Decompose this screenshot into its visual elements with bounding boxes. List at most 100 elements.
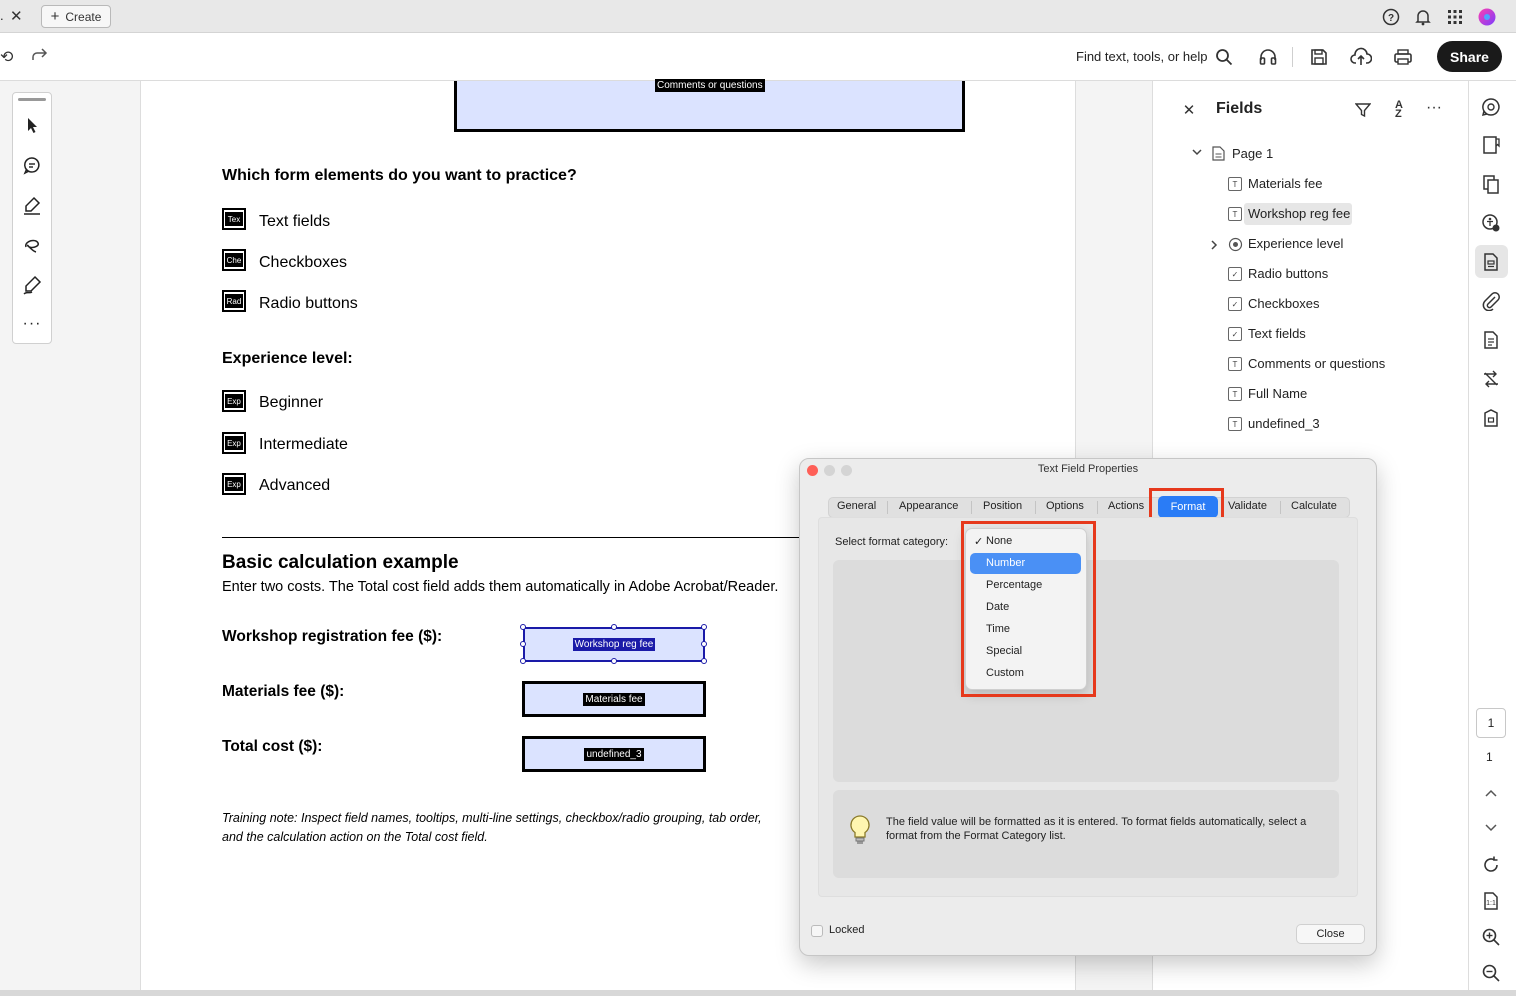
attachment-icon[interactable]	[1478, 288, 1504, 314]
materials-fee-field[interactable]: Materials fee	[522, 681, 706, 717]
tab-calculate[interactable]: Calculate	[1291, 500, 1337, 512]
resize-handle[interactable]	[611, 658, 617, 664]
resize-handle[interactable]	[701, 641, 707, 647]
option-label: Beginner	[259, 394, 324, 411]
checkbox-field-checkboxes[interactable]: Che	[222, 249, 246, 271]
avatar[interactable]	[1477, 7, 1497, 27]
locked-checkbox[interactable]	[811, 925, 823, 937]
tab-options[interactable]: Options	[1046, 500, 1084, 512]
ai-assistant-icon[interactable]	[1478, 94, 1504, 120]
option-label: Text fields	[259, 213, 331, 230]
sign-pen-icon[interactable]	[20, 273, 44, 297]
share-button[interactable]: Share	[1437, 41, 1502, 72]
more-tools-icon[interactable]: ···	[20, 312, 44, 336]
zoom-in-icon[interactable]	[1478, 924, 1504, 950]
workshop-fee-field[interactable]: Workshop reg fee	[523, 627, 705, 662]
toolbar-divider	[1292, 47, 1293, 67]
total-cost-field[interactable]: undefined_3	[522, 736, 706, 772]
page-count: 1	[1486, 750, 1493, 764]
checkbox-field-radio-buttons[interactable]: Rad	[222, 290, 246, 312]
rotate-icon[interactable]	[1478, 852, 1504, 878]
upload-cloud-icon[interactable]	[1349, 45, 1373, 69]
horizontal-scrollbar[interactable]	[0, 990, 1516, 996]
resize-handle[interactable]	[520, 641, 526, 647]
tab-general[interactable]: General	[837, 500, 876, 512]
tab-divider	[887, 501, 888, 514]
radio-field-intermediate[interactable]: Exp	[222, 432, 246, 454]
print-icon[interactable]	[1391, 45, 1415, 69]
tree-item-experience-level[interactable]: Experience level	[1248, 236, 1343, 251]
option-label: Checkboxes	[259, 254, 348, 271]
highlight-pen-icon[interactable]	[20, 193, 44, 217]
tree-page-label[interactable]: Page 1	[1232, 146, 1273, 161]
radio-field-beginner[interactable]: Exp	[222, 390, 246, 412]
option-label: Radio buttons	[259, 295, 358, 312]
tree-item-full-name[interactable]: Full Name	[1248, 386, 1307, 401]
undo-icon[interactable]: ⟲	[0, 47, 13, 67]
notifications-bell-icon[interactable]	[1413, 7, 1433, 27]
create-button[interactable]: + Create	[41, 5, 111, 28]
tab-divider	[1280, 501, 1281, 514]
sort-az-icon[interactable]: AZ	[1389, 100, 1409, 120]
page-number-input[interactable]: 1	[1476, 708, 1506, 738]
help-icon[interactable]: ?	[1381, 7, 1401, 27]
checkbox-field-text-fields[interactable]: Tex	[222, 208, 246, 230]
checkbox-field-icon: ✓	[1228, 267, 1242, 281]
search-icon[interactable]	[1212, 45, 1236, 69]
save-icon[interactable]	[1307, 45, 1331, 69]
chevron-up-icon[interactable]	[1478, 781, 1504, 807]
tab-position[interactable]: Position	[983, 500, 1022, 512]
chevron-down-icon[interactable]	[1478, 814, 1504, 840]
text-field-icon: T	[1228, 177, 1242, 191]
zoom-out-icon[interactable]	[1478, 960, 1504, 986]
tab-appearance[interactable]: Appearance	[899, 500, 958, 512]
document-properties-icon[interactable]	[1478, 327, 1504, 353]
tab-validate[interactable]: Validate	[1228, 500, 1267, 512]
compare-files-icon[interactable]	[1478, 366, 1504, 392]
fee-label: Workshop registration fee ($):	[222, 628, 443, 645]
tree-item-text-fields[interactable]: Text fields	[1248, 326, 1306, 341]
resize-handle[interactable]	[701, 624, 707, 630]
radio-field-advanced[interactable]: Exp	[222, 473, 246, 495]
chevron-down-icon[interactable]	[1191, 146, 1203, 161]
read-aloud-headphones-icon[interactable]	[1256, 45, 1280, 69]
training-note-line-1: Training note: Inspect field names, tool…	[222, 811, 762, 825]
accessibility-check-icon[interactable]	[1478, 210, 1504, 236]
bookmarks-icon[interactable]	[1478, 132, 1504, 158]
close-panel-icon[interactable]: ✕	[1179, 100, 1199, 120]
pages-thumbnails-icon[interactable]	[1478, 171, 1504, 197]
close-button[interactable]: Close	[1296, 924, 1365, 944]
tree-item-checkboxes[interactable]: Checkboxes	[1248, 296, 1320, 311]
tree-item-materials-fee[interactable]: Materials fee	[1248, 176, 1322, 191]
apps-grid-icon[interactable]	[1445, 7, 1465, 27]
add-comment-icon[interactable]	[20, 153, 44, 177]
tree-item-radio-buttons[interactable]: Radio buttons	[1248, 266, 1328, 281]
practice-heading: Which form elements do you want to pract…	[222, 167, 577, 184]
filter-icon[interactable]	[1353, 100, 1373, 120]
fit-page-icon[interactable]: 1:1	[1478, 888, 1504, 914]
find-tools-label[interactable]: Find text, tools, or help	[1076, 49, 1208, 64]
resize-handle[interactable]	[701, 658, 707, 664]
prepare-form-icon[interactable]	[1478, 249, 1504, 275]
close-tab-icon[interactable]: ✕	[10, 7, 23, 25]
tree-item-comments[interactable]: Comments or questions	[1248, 356, 1385, 371]
protect-file-icon[interactable]	[1478, 405, 1504, 431]
redo-icon[interactable]	[30, 46, 50, 71]
resize-handle[interactable]	[520, 624, 526, 630]
tab-title-fragment[interactable]: .	[0, 8, 4, 23]
select-cursor-icon[interactable]	[20, 113, 44, 137]
draw-freehand-icon[interactable]	[20, 233, 44, 257]
tab-divider	[971, 501, 972, 514]
tab-actions[interactable]: Actions	[1108, 500, 1144, 512]
checkbox-field-icon: ✓	[1228, 297, 1242, 311]
text-field-icon: T	[1228, 417, 1242, 431]
resize-handle[interactable]	[611, 624, 617, 630]
tree-item-undefined-3[interactable]: undefined_3	[1248, 416, 1320, 431]
tree-item-workshop-reg-fee[interactable]: Workshop reg fee	[1248, 206, 1350, 221]
chevron-right-icon[interactable]	[1208, 238, 1220, 256]
resize-handle[interactable]	[520, 658, 526, 664]
checkbox-field-icon: ✓	[1228, 327, 1242, 341]
panel-drag-handle[interactable]	[18, 98, 46, 101]
more-options-icon[interactable]: ···	[1424, 98, 1444, 118]
annotation-highlight-dropdown	[961, 521, 1096, 697]
